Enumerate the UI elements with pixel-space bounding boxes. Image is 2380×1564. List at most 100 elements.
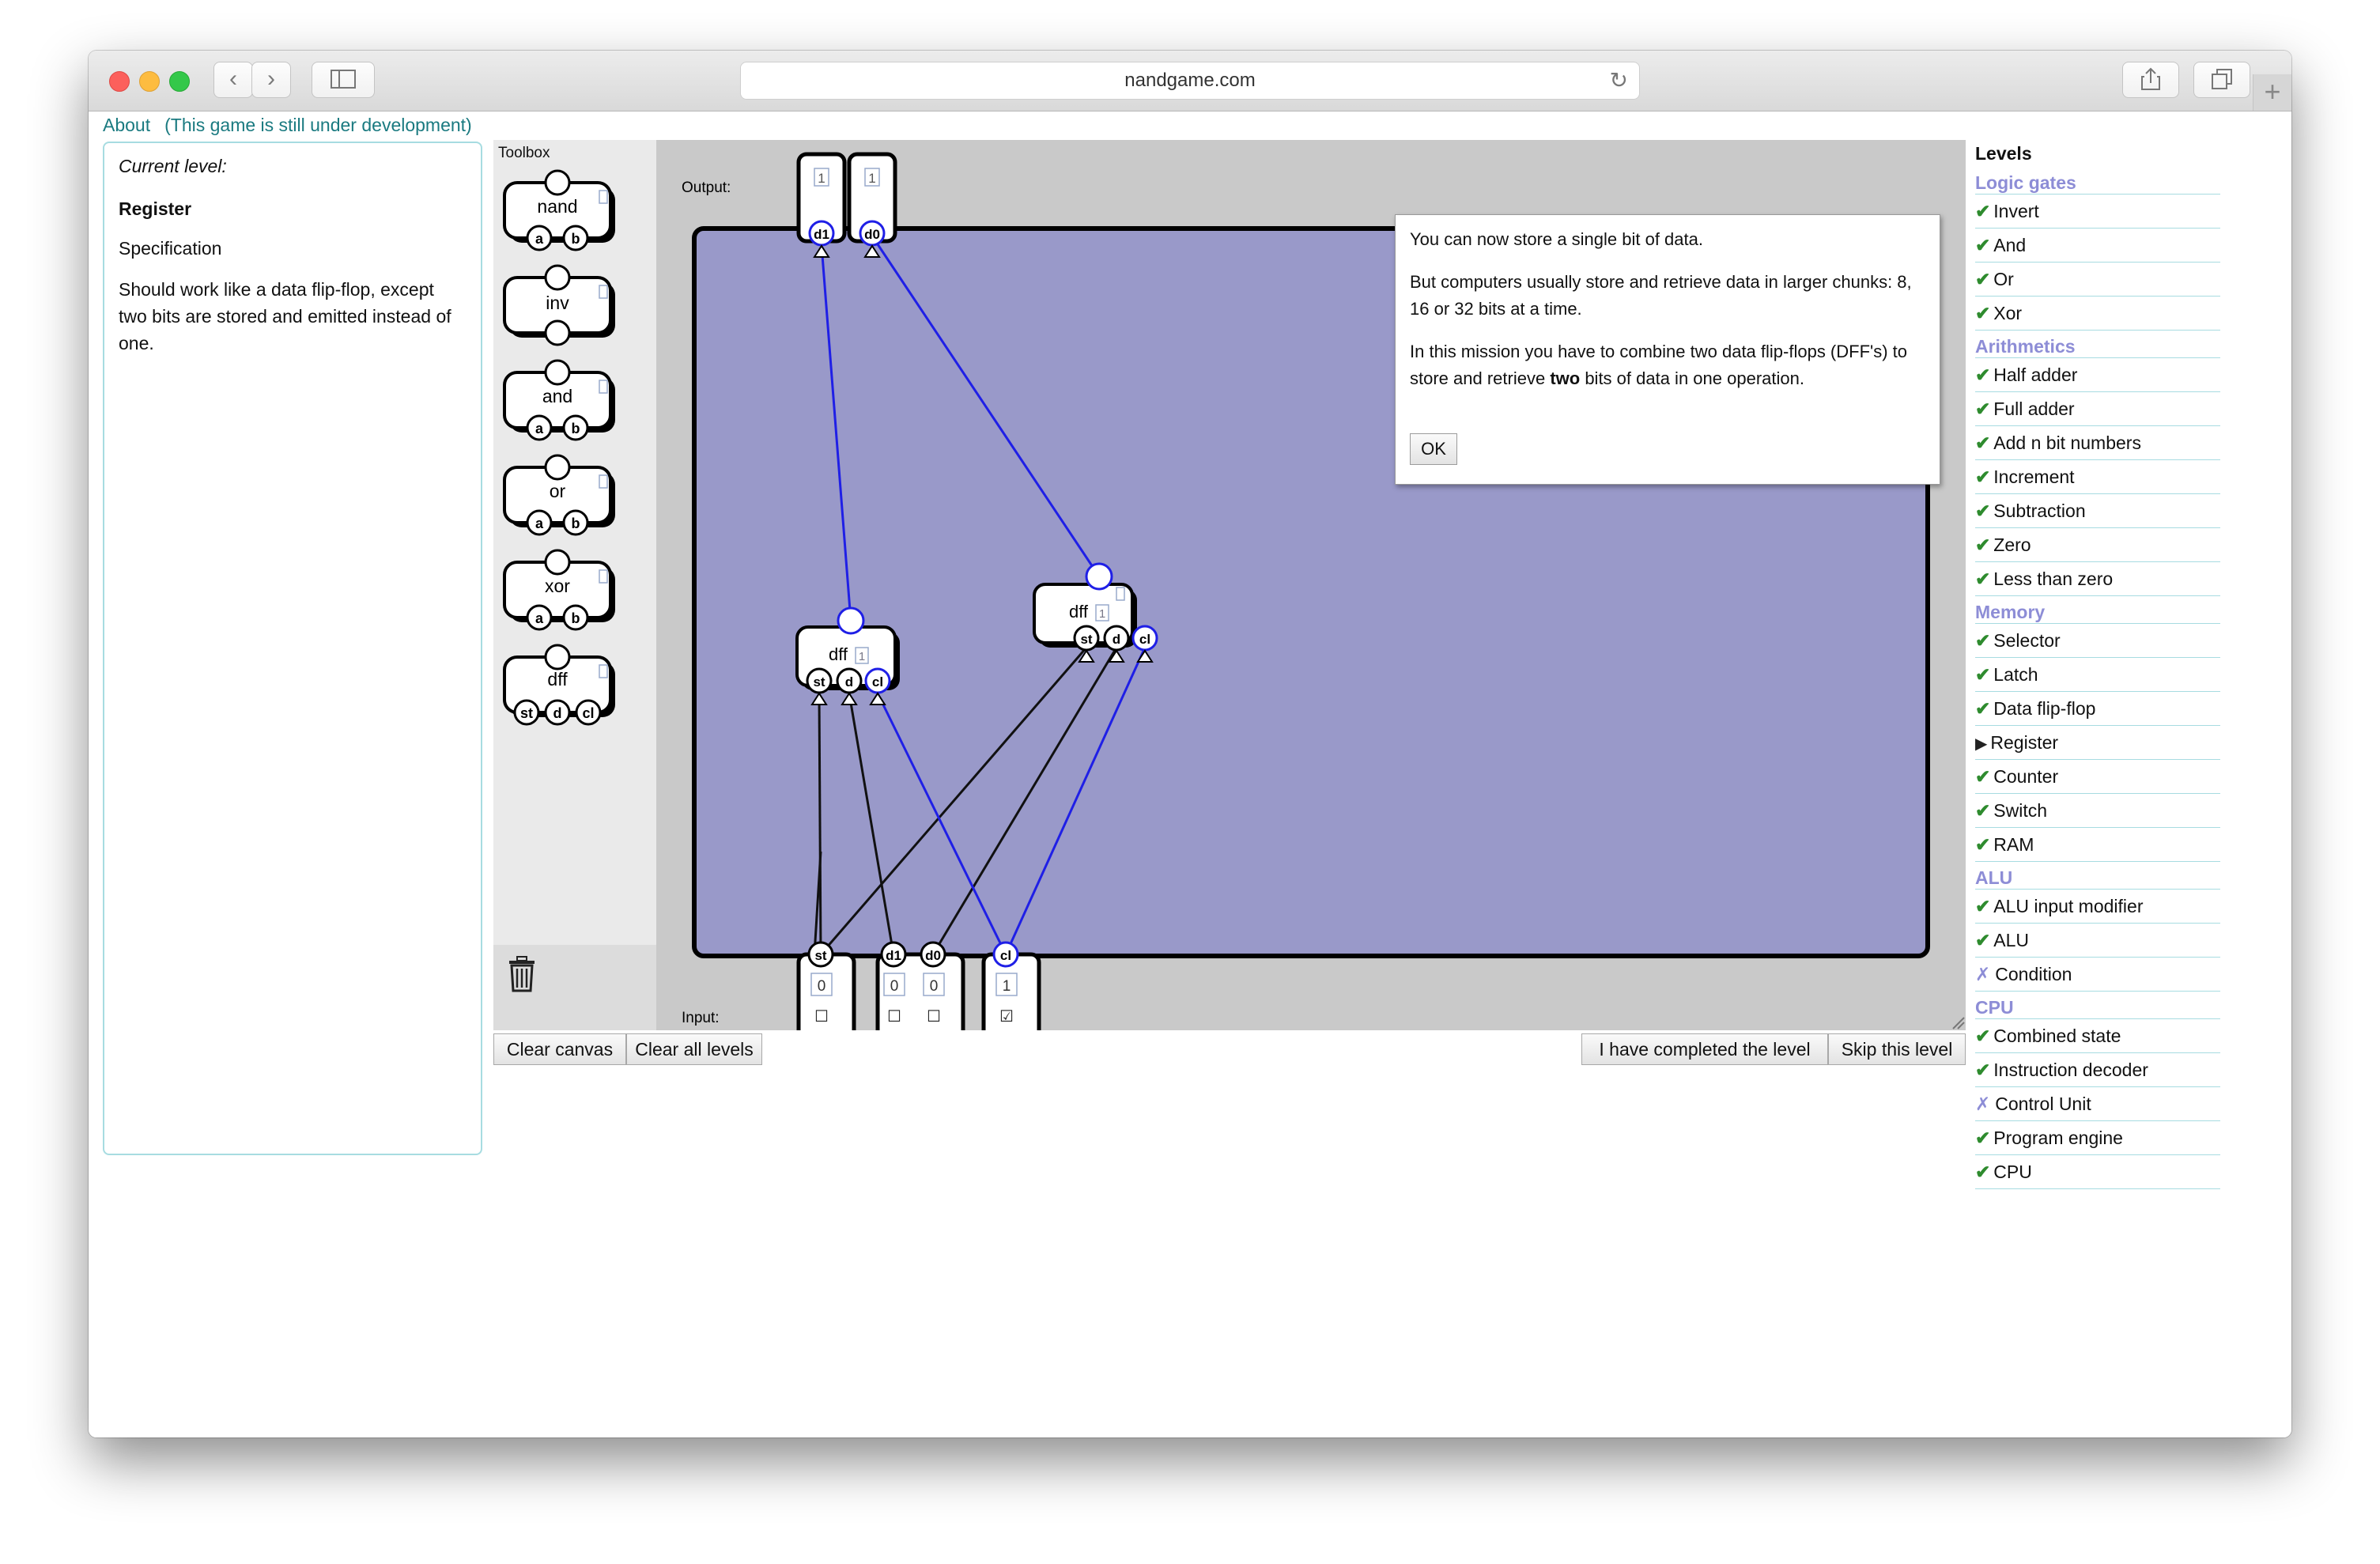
ok-button[interactable]: OK: [1410, 433, 1457, 465]
zoom-window-button[interactable]: [169, 71, 190, 92]
clear-canvas-button[interactable]: Clear canvas: [493, 1033, 626, 1065]
popup-text-3b: bits of data in one operation.: [1580, 368, 1804, 388]
input-cl[interactable]: cl 1 ☑: [981, 941, 1041, 1030]
dff-node-1-pin-d: d: [845, 674, 853, 689]
input-d1-label: d1: [886, 948, 901, 963]
toolbox-dff-pin-cl: cl: [582, 705, 594, 721]
level-item-label: Subtraction: [1993, 501, 2086, 521]
level-item[interactable]: ✔ Increment: [1975, 460, 2220, 494]
input-d0-checkbox[interactable]: ☐: [927, 1007, 941, 1026]
level-item[interactable]: ✔ Combined state: [1975, 1019, 2220, 1053]
toolbox-or[interactable]: or a b: [503, 454, 615, 536]
resize-handle-icon[interactable]: [1952, 1017, 1965, 1029]
level-item-label: Zero: [1993, 535, 2031, 555]
close-window-button[interactable]: [109, 71, 130, 92]
toolbox-and-pin-a: a: [535, 421, 544, 436]
page: About (This game is still under developme…: [89, 111, 2291, 1437]
completed-level-button[interactable]: I have completed the level: [1581, 1033, 1828, 1065]
input-d0-label: d0: [925, 948, 941, 963]
level-item[interactable]: ✔ Invert: [1975, 195, 2220, 229]
checkmark-icon: ✔: [1975, 535, 1991, 555]
level-item[interactable]: ✔ CPU: [1975, 1155, 2220, 1189]
level-item[interactable]: ✔ Program engine: [1975, 1121, 2220, 1155]
minimize-window-button[interactable]: [139, 71, 160, 92]
input-d1-checkbox[interactable]: ☐: [887, 1007, 901, 1026]
level-item[interactable]: ✔ And: [1975, 229, 2220, 263]
toolbox-xor-label: xor: [545, 576, 570, 596]
checkmark-icon: ✔: [1975, 433, 1991, 453]
new-tab-button[interactable]: +: [2253, 74, 2291, 111]
chevron-left-icon: ‹: [229, 66, 237, 92]
input-st[interactable]: st 0 ☐: [796, 941, 856, 1030]
clear-all-levels-button[interactable]: Clear all levels: [626, 1033, 762, 1065]
input-st-value: 0: [818, 978, 826, 995]
level-item[interactable]: ✔ Less than zero: [1975, 562, 2220, 596]
level-item[interactable]: ✔ Xor: [1975, 297, 2220, 331]
level-item[interactable]: ✔ Latch: [1975, 658, 2220, 692]
level-item-label: Register: [1990, 732, 2059, 753]
wire-st-dff1-st: [818, 693, 822, 955]
checkmark-icon: ✔: [1975, 201, 1991, 221]
output-d0[interactable]: 1 d0: [847, 152, 897, 258]
levels-group-heading: ALU: [1975, 862, 2220, 890]
checkmark-icon: ✔: [1975, 235, 1991, 255]
checkmark-icon: ✔: [1975, 930, 1991, 950]
toolbox-and[interactable]: and a b: [503, 359, 615, 441]
level-item[interactable]: ✗ Control Unit: [1975, 1087, 2220, 1121]
trash-area[interactable]: [493, 945, 656, 1030]
toolbox-dff[interactable]: dff st d cl: [503, 644, 615, 726]
trash-icon[interactable]: [506, 956, 538, 992]
level-item-label: Less than zero: [1993, 569, 2114, 589]
popup-text-2: But computers usually store and retrieve…: [1410, 272, 1912, 319]
level-item[interactable]: ✔ Counter: [1975, 760, 2220, 794]
level-item[interactable]: ▶ Register: [1975, 726, 2220, 760]
level-item[interactable]: ✔ Zero: [1975, 528, 2220, 562]
toolbox-nand-label: nand: [537, 196, 577, 217]
checkmark-icon: ✔: [1975, 766, 1991, 787]
dff-node-2-pin-cl: cl: [1139, 632, 1150, 647]
checkmark-icon: ✔: [1975, 501, 1991, 521]
toolbox-xor[interactable]: xor a b: [503, 549, 615, 631]
level-item-label: Or: [1993, 269, 2014, 289]
checkmark-icon: ✔: [1975, 1060, 1991, 1080]
level-item[interactable]: ✗ Condition: [1975, 958, 2220, 992]
about-link[interactable]: About: [103, 115, 150, 135]
specification-heading: Specification: [119, 238, 222, 259]
level-item[interactable]: ✔ RAM: [1975, 828, 2220, 862]
skip-level-button[interactable]: Skip this level: [1828, 1033, 1966, 1065]
level-item[interactable]: ✔ ALU: [1975, 924, 2220, 958]
level-item[interactable]: ✔ ALU input modifier: [1975, 890, 2220, 924]
level-item[interactable]: ✔ Subtraction: [1975, 494, 2220, 528]
input-st-checkbox[interactable]: ☐: [814, 1007, 829, 1026]
input-cl-checkbox[interactable]: ☑: [999, 1007, 1014, 1026]
output-d1[interactable]: 1 d1: [796, 152, 847, 258]
level-item[interactable]: ✔ Add n bit numbers: [1975, 426, 2220, 460]
toolbox-or-pin-b: b: [572, 516, 580, 531]
input-d0-value: 0: [930, 978, 939, 995]
level-item-label: RAM: [1993, 834, 2034, 855]
level-item[interactable]: ✔ Data flip-flop: [1975, 692, 2220, 726]
back-button[interactable]: ‹: [213, 62, 253, 98]
toolbox-nand-pin-a: a: [535, 231, 544, 247]
tabs-button[interactable]: [2193, 62, 2250, 98]
sidebar-toggle-button[interactable]: [312, 62, 375, 98]
toolbox-label: Toolbox: [498, 145, 550, 161]
level-item[interactable]: ✔ Switch: [1975, 794, 2220, 828]
cross-icon: ✗: [1975, 1094, 1991, 1114]
level-item[interactable]: ✔ Or: [1975, 263, 2220, 297]
address-bar[interactable]: nandgame.com ↻: [740, 62, 1640, 100]
level-item[interactable]: ✔ Half adder: [1975, 358, 2220, 392]
share-button[interactable]: [2122, 62, 2179, 98]
input-d1-d0[interactable]: d1 d0 0 0 ☐ ☐: [875, 941, 965, 1030]
level-item[interactable]: ✔ Instruction decoder: [1975, 1053, 2220, 1087]
level-item[interactable]: ✔ Selector: [1975, 624, 2220, 658]
development-note[interactable]: (This game is still under development): [164, 115, 472, 135]
toolbox-inv[interactable]: inv: [503, 264, 615, 346]
toolbox: Toolbox nand a b inv and a b or a b xor …: [493, 140, 656, 1030]
level-item-label: ALU: [1993, 930, 2030, 950]
level-item[interactable]: ✔ Full adder: [1975, 392, 2220, 426]
level-name: Register: [119, 198, 192, 219]
forward-button[interactable]: ›: [251, 62, 291, 98]
toolbox-nand[interactable]: nand a b: [503, 169, 615, 251]
reload-icon[interactable]: ↻: [1610, 62, 1628, 99]
